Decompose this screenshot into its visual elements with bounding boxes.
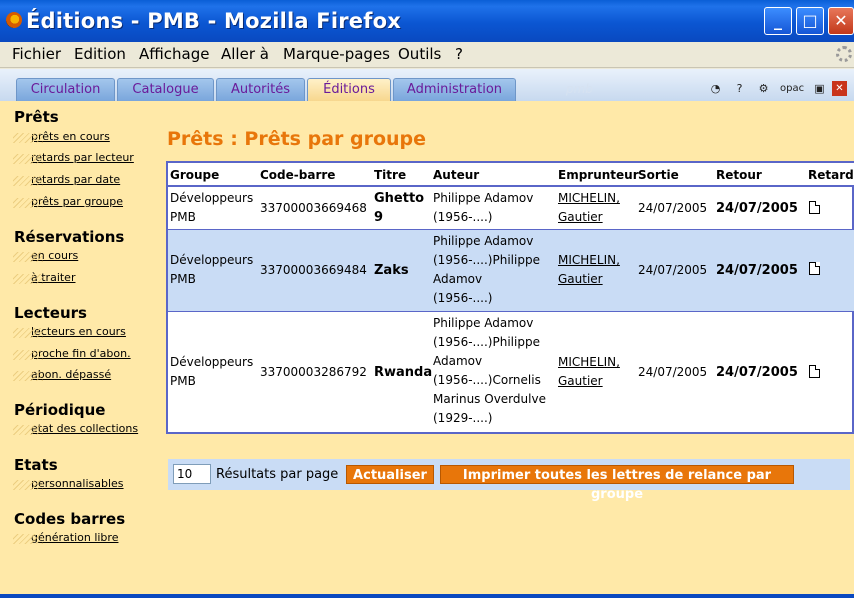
- sidebar-link-prets-en-cours[interactable]: prêts en cours: [13, 130, 110, 143]
- cell-auteur: Philippe Adamov (1956-....): [433, 191, 534, 224]
- table-header: Groupe Code-barre Titre Auteur Emprunteu…: [168, 163, 854, 187]
- document-icon[interactable]: [809, 262, 820, 275]
- logout-icon[interactable]: ✕: [832, 81, 847, 96]
- borrower-link[interactable]: MICHELIN, Gautier: [558, 353, 620, 391]
- sidebar-link-lecteurs-en-cours[interactable]: lecteurs en cours: [13, 325, 126, 338]
- document-icon[interactable]: [809, 365, 820, 378]
- loans-table: Groupe Code-barre Titre Auteur Emprunteu…: [166, 161, 854, 434]
- cell-groupe: Développeurs PMB: [170, 355, 254, 388]
- menu-outils[interactable]: Outils: [398, 45, 441, 63]
- cell-retour: 24/07/2005: [716, 263, 798, 278]
- firefox-icon: [6, 12, 22, 28]
- tab-circulation[interactable]: Circulation: [16, 78, 115, 101]
- save-icon[interactable]: ▣: [812, 81, 827, 96]
- sidebar-link-proche-fin-abon[interactable]: proche fin d'abon.: [13, 347, 131, 360]
- results-per-page-label: Résultats par page: [216, 467, 339, 482]
- cell-auteur: Philippe Adamov (1956-....)Philippe Adamo…: [433, 234, 540, 305]
- cell-groupe: Développeurs PMB: [170, 191, 254, 224]
- header-groupe[interactable]: Groupe: [170, 168, 219, 182]
- window-titlebar: Éditions - PMB - Mozilla Firefox _ □ ✕: [0, 0, 854, 42]
- print-all-reminders-button[interactable]: Imprimer toutes les lettres de relance p…: [440, 465, 794, 502]
- header-code-barre[interactable]: Code-barre: [260, 168, 335, 182]
- close-button[interactable]: ✕: [828, 7, 854, 35]
- menu-aller-a[interactable]: Aller à: [221, 45, 269, 63]
- content-area: Prêts prêts en cours retards par lecteur…: [0, 101, 854, 598]
- window-border: [0, 594, 854, 598]
- header-auteur[interactable]: Auteur: [433, 168, 479, 182]
- minimize-button[interactable]: _: [764, 7, 792, 35]
- cell-retour: 24/07/2005: [716, 365, 798, 380]
- tab-editions[interactable]: Éditions: [307, 78, 391, 101]
- header-retard[interactable]: Retard: [808, 168, 854, 182]
- cell-auteur: Philippe Adamov (1956-....)Philippe Adamo…: [433, 316, 546, 425]
- throbber-icon: [836, 46, 852, 62]
- sidebar-title-codes-barres: Codes barres: [14, 510, 126, 528]
- sidebar-title-prets: Prêts: [14, 108, 59, 126]
- document-icon[interactable]: [809, 201, 820, 214]
- borrower-link[interactable]: MICHELIN, Gautier: [558, 251, 620, 289]
- sidebar-link-etat-des-collections[interactable]: etat des collections: [12, 422, 138, 435]
- table-row[interactable]: Développeurs PMB 33700003669484 Zaks Phil…: [168, 230, 854, 312]
- sidebar-link-personnalisables[interactable]: personnalisables: [13, 477, 124, 490]
- sidebar-link-a-traiter[interactable]: à traiter: [12, 271, 75, 284]
- cell-groupe: Développeurs PMB: [170, 253, 254, 286]
- header-retour[interactable]: Retour: [716, 168, 762, 182]
- tab-administration[interactable]: Administration: [393, 78, 516, 101]
- cell-sortie: 24/07/2005: [638, 263, 708, 277]
- tab-catalogue[interactable]: Catalogue: [117, 78, 214, 101]
- pagination-bar: Résultats par page Actualiser Imprimer t…: [168, 459, 850, 502]
- sidebar-link-abon-depasse[interactable]: abon. dépassé: [12, 368, 111, 381]
- window-title: Éditions - PMB - Mozilla Firefox: [26, 9, 401, 33]
- cell-sortie: 24/07/2005: [638, 201, 708, 215]
- cell-code-barre: 33700003669484: [260, 263, 367, 277]
- help-icon[interactable]: ?: [732, 81, 747, 96]
- sidebar-title-etats: Etats: [14, 456, 58, 474]
- cell-titre: Zaks: [374, 263, 409, 278]
- sidebar-link-prets-par-groupe[interactable]: prêts par groupe: [12, 195, 123, 208]
- table-row[interactable]: Développeurs PMB 33700003286792 Rwanda Ph…: [168, 312, 854, 432]
- borrower-link[interactable]: MICHELIN, Gautier: [558, 189, 620, 227]
- settings-icon[interactable]: ⚙: [756, 81, 771, 96]
- menu-fichier[interactable]: Fichier: [12, 45, 61, 63]
- sidebar-title-reservations: Réservations: [14, 228, 125, 246]
- sidebar-link-en-cours[interactable]: en cours: [12, 249, 78, 262]
- module-tabs: Circulation Catalogue Autorités Éditions…: [0, 69, 854, 101]
- page-title: Prêts : Prêts par groupe: [167, 128, 427, 150]
- header-emprunteur[interactable]: Emprunteur: [558, 168, 639, 182]
- table-row[interactable]: Développeurs PMB 33700003669468 Ghetto 9 P…: [168, 187, 854, 230]
- maximize-button[interactable]: □: [796, 7, 824, 35]
- opac-icon[interactable]: opac: [780, 81, 804, 96]
- menu-edition[interactable]: Edition: [74, 45, 126, 63]
- sidebar-link-retards-par-date[interactable]: retards par date: [12, 173, 120, 186]
- sidebar-link-retards-par-lecteur[interactable]: retards par lecteur: [13, 151, 134, 164]
- clock-icon[interactable]: ◔: [708, 81, 723, 96]
- tab-autorites[interactable]: Autorités: [216, 78, 305, 101]
- sidebar-title-periodique: Périodique: [14, 401, 106, 419]
- cell-titre: Ghetto 9: [374, 191, 425, 225]
- header-sortie[interactable]: Sortie: [638, 168, 679, 182]
- refresh-button[interactable]: Actualiser: [346, 465, 434, 484]
- menu-help[interactable]: ?: [455, 45, 463, 63]
- sidebar-link-generation-libre[interactable]: génération libre: [12, 531, 118, 544]
- cell-code-barre: 33700003286792: [260, 365, 367, 379]
- menu-affichage[interactable]: Affichage: [139, 45, 209, 63]
- menu-marque-pages[interactable]: Marque-pages: [283, 45, 390, 63]
- menubar: Fichier Edition Affichage Aller à Marque…: [0, 42, 854, 68]
- results-per-page-input[interactable]: [173, 464, 211, 484]
- cell-sortie: 24/07/2005: [638, 365, 708, 379]
- cell-titre: Rwanda: [374, 365, 433, 380]
- sidebar: Prêts prêts en cours retards par lecteur…: [0, 101, 160, 598]
- sidebar-title-lecteurs: Lecteurs: [14, 304, 87, 322]
- cell-code-barre: 33700003669468: [260, 201, 367, 215]
- header-titre[interactable]: Titre: [374, 168, 406, 182]
- pmb-logo: pmb: [566, 82, 593, 96]
- cell-retour: 24/07/2005: [716, 201, 798, 216]
